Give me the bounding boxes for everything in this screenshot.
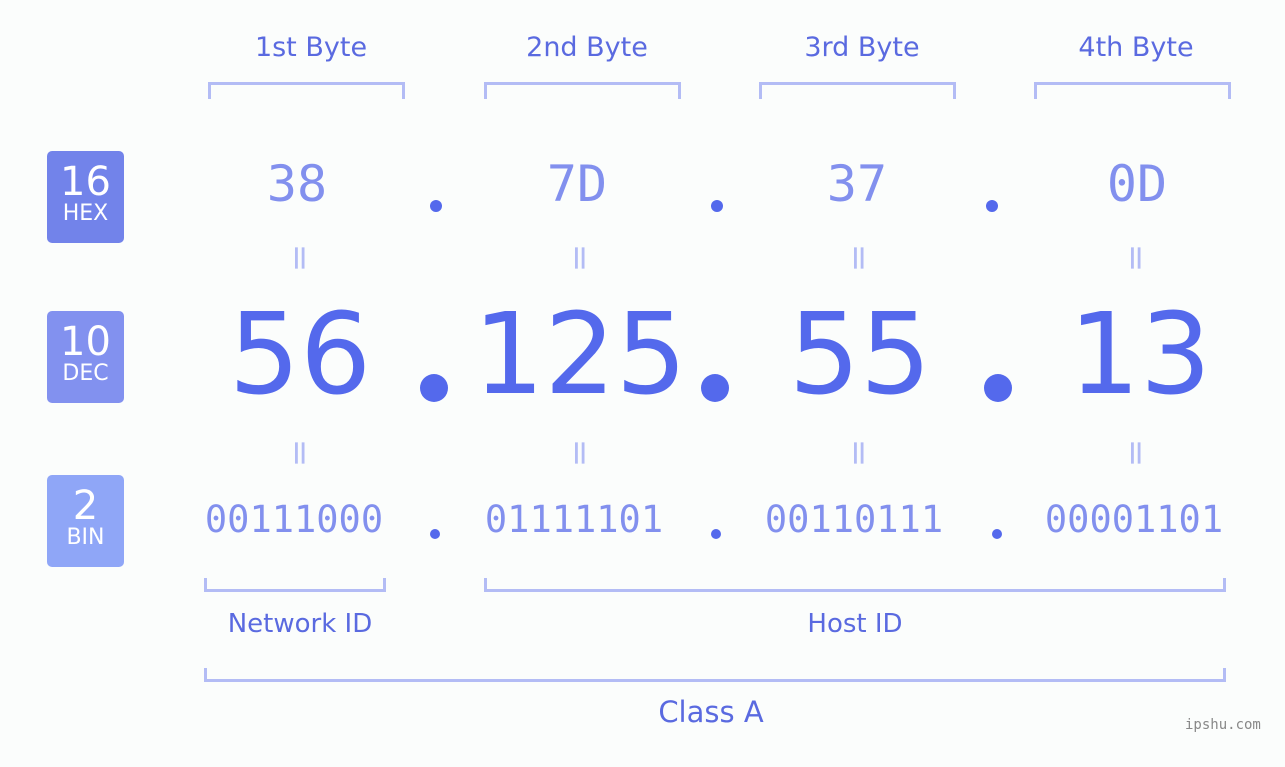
network-id-bracket [204, 578, 386, 592]
byte-1-label: 1st Byte [254, 32, 368, 63]
equals-dec-bin-3: = [839, 438, 879, 468]
bin-badge: 2 BIN [47, 475, 124, 567]
equals-hex-dec-2: = [560, 243, 600, 273]
byte-1-bracket [208, 82, 405, 99]
dec-label: DEC [62, 361, 109, 386]
hex-dot-2 [711, 200, 723, 212]
hex-label: HEX [62, 201, 109, 226]
dec-byte-2: 125 [473, 290, 687, 420]
dec-badge: 10 DEC [47, 311, 124, 403]
byte-2-label: 2nd Byte [526, 32, 648, 63]
hex-badge: 16 HEX [47, 151, 124, 243]
hex-base: 16 [60, 159, 111, 205]
hex-byte-3: 37 [826, 155, 888, 213]
equals-hex-dec-4: = [1116, 243, 1156, 273]
equals-dec-bin-4: = [1116, 438, 1156, 468]
host-id-bracket [484, 578, 1226, 592]
dec-byte-1: 56 [228, 290, 372, 420]
dec-dot-3 [984, 374, 1012, 402]
dec-dot-1 [420, 374, 448, 402]
byte-4-bracket [1034, 82, 1231, 99]
equals-hex-dec-1: = [280, 243, 320, 273]
dec-base: 10 [60, 319, 111, 365]
hex-byte-1: 38 [266, 155, 328, 213]
bin-byte-4: 00001101 [1044, 498, 1224, 541]
hex-byte-2: 7D [546, 155, 608, 213]
hex-dot-3 [986, 200, 998, 212]
bin-dot-2 [711, 529, 721, 539]
bin-base: 2 [72, 483, 99, 529]
network-id-label: Network ID [227, 609, 373, 639]
equals-hex-dec-3: = [839, 243, 879, 273]
bin-byte-2: 01111101 [484, 498, 664, 541]
hex-dot-1 [430, 200, 442, 212]
byte-4-label: 4th Byte [1078, 32, 1194, 63]
byte-2-bracket [484, 82, 681, 99]
dec-byte-4: 13 [1068, 290, 1212, 420]
class-label: Class A [658, 695, 764, 729]
hex-byte-4: 0D [1106, 155, 1168, 213]
watermark: ipshu.com [1185, 717, 1261, 733]
bin-byte-1: 00111000 [204, 498, 384, 541]
class-bracket [204, 668, 1226, 682]
host-id-label: Host ID [807, 609, 903, 639]
dec-dot-2 [701, 374, 729, 402]
byte-3-bracket [759, 82, 956, 99]
dec-byte-3: 55 [788, 290, 932, 420]
bin-dot-3 [992, 529, 1002, 539]
bin-byte-3: 00110111 [764, 498, 944, 541]
byte-3-label: 3rd Byte [804, 32, 920, 63]
equals-dec-bin-1: = [280, 438, 320, 468]
equals-dec-bin-2: = [560, 438, 600, 468]
bin-dot-1 [430, 529, 440, 539]
bin-label: BIN [66, 525, 105, 550]
